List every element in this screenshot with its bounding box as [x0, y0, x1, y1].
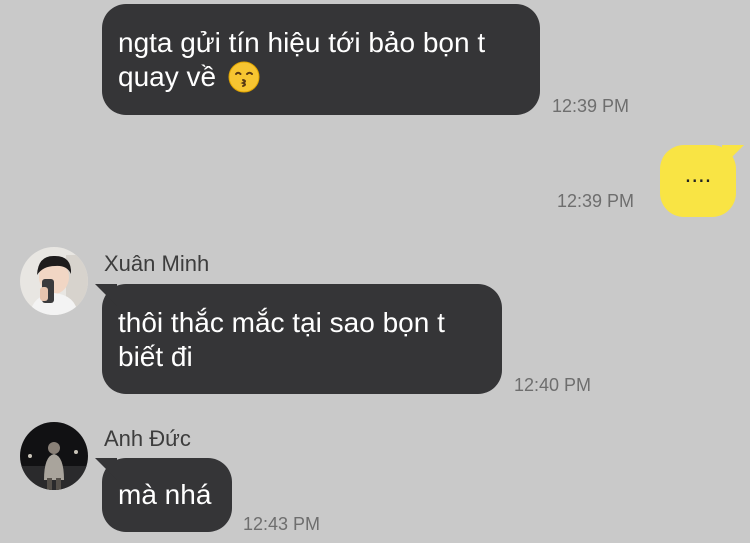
message-bubble-incoming[interactable]: ngta gửi tín hiệu tới bảo bọn t quay về [102, 4, 540, 115]
message-bubble-incoming[interactable]: mà nhá [102, 458, 232, 532]
message-timestamp: 12:43 PM [243, 514, 321, 534]
avatar-xuan-minh[interactable] [20, 247, 88, 315]
avatar-photo-icon [20, 422, 88, 490]
message-text-line: biết đi [118, 341, 193, 372]
sender-name: Xuân Minh [104, 251, 210, 276]
message-text-line: ngta gửi tín hiệu tới bảo bọn t [118, 27, 486, 58]
avatar-photo-icon [20, 247, 88, 315]
message-text: .... [684, 161, 712, 188]
kissing-face-emoji-icon [228, 61, 260, 93]
message-bubble-outgoing[interactable]: .... [660, 145, 736, 217]
avatar-anh-duc[interactable] [20, 422, 88, 490]
sender-name: Anh Đức [104, 426, 191, 451]
message-bubble-incoming[interactable]: thôi thắc mắc tại sao bọn t biết đi [102, 284, 502, 394]
message-text-line: thôi thắc mắc tại sao bọn t [118, 307, 445, 338]
message-timestamp: 12:39 PM [557, 191, 635, 211]
message-text-line: quay về [118, 60, 524, 94]
message-text: mà nhá [118, 479, 212, 510]
message-timestamp: 12:40 PM [514, 375, 592, 395]
message-timestamp: 12:39 PM [552, 96, 630, 116]
